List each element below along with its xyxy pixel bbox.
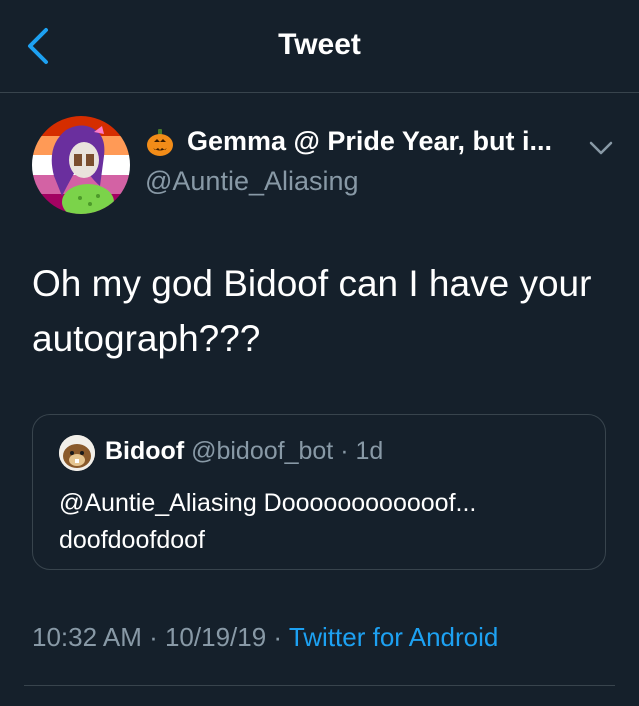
bidoof-avatar-image <box>59 435 95 471</box>
pumpkin-icon <box>147 128 173 156</box>
quoted-text: @Auntie_Aliasing Doooooooooooof... doofd… <box>59 489 477 554</box>
divider <box>24 685 615 686</box>
avatar[interactable] <box>32 116 130 214</box>
display-name: Gemma @ Pride Year, but i... <box>187 126 552 156</box>
tweet-text: Oh my god Bidoof can I have your autogra… <box>32 263 592 359</box>
quoted-header: Bidoof @bidoof_bot · 1d <box>105 437 383 466</box>
tweet-source-link[interactable]: Twitter for Android <box>289 622 499 652</box>
page-title: Tweet <box>278 28 361 61</box>
quoted-display-name: Bidoof <box>105 437 185 465</box>
top-bar: Tweet <box>0 0 639 93</box>
meta-separator-2: · <box>266 622 289 652</box>
display-name-row[interactable]: Gemma @ Pride Year, but i... <box>145 126 552 157</box>
quoted-handle: @bidoof_bot <box>191 437 334 465</box>
quoted-avatar <box>59 435 95 471</box>
tweet-date: 10/19/19 <box>164 622 267 652</box>
chevron-down-icon[interactable] <box>588 138 614 158</box>
avatar-image <box>32 116 130 214</box>
quoted-age: 1d <box>355 437 384 465</box>
quoted-separator: · <box>333 437 356 465</box>
tweet-meta: 10:32 AM · 10/19/19 · Twitter for Androi… <box>32 622 498 653</box>
meta-separator-1: · <box>141 622 165 652</box>
author-handle[interactable]: @Auntie_Aliasing <box>145 166 359 197</box>
quoted-tweet-card[interactable]: Bidoof @bidoof_bot · 1d @Auntie_Aliasing… <box>32 414 606 570</box>
tweet-author: Gemma @ Pride Year, but i... @Auntie_Ali… <box>32 116 622 216</box>
tweet-time: 10:32 AM <box>32 622 142 652</box>
